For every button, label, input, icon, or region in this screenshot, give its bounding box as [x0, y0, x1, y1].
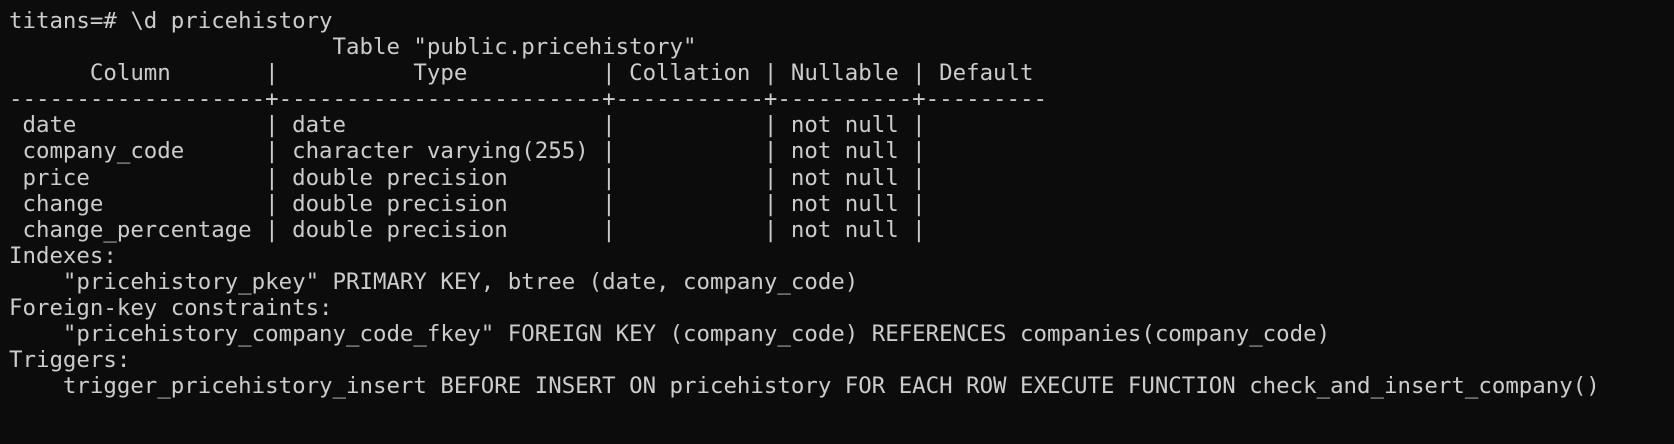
table-row: price | double precision | | not null |	[9, 164, 926, 191]
index-entry: "pricehistory_pkey" PRIMARY KEY, btree (…	[9, 268, 859, 295]
table-row: change_percentage | double precision | |…	[9, 216, 926, 243]
foreign-key-entry: "pricehistory_company_code_fkey" FOREIGN…	[9, 321, 1331, 348]
trigger-entry: trigger_pricehistory_insert BEFORE INSER…	[9, 373, 1600, 400]
table-row: date | date | | not null |	[9, 112, 926, 139]
indexes-heading: Indexes:	[9, 242, 117, 269]
terminal-window[interactable]: titans=# \d pricehistory Table "public.p…	[0, 0, 1674, 444]
table-row: change | double precision | | not null |	[9, 190, 926, 217]
command-line: titans=# \d pricehistory	[9, 8, 333, 34]
table-title: Table "public.pricehistory"	[9, 34, 697, 61]
triggers-heading: Triggers:	[9, 347, 131, 374]
table-row: company_code | character varying(255) | …	[9, 138, 926, 165]
foreign-key-heading: Foreign-key constraints:	[9, 295, 333, 322]
table-header: Column | Type | Collation | Nullable | D…	[9, 60, 1034, 87]
table-separator: -------------------+--------------------…	[9, 86, 1047, 113]
